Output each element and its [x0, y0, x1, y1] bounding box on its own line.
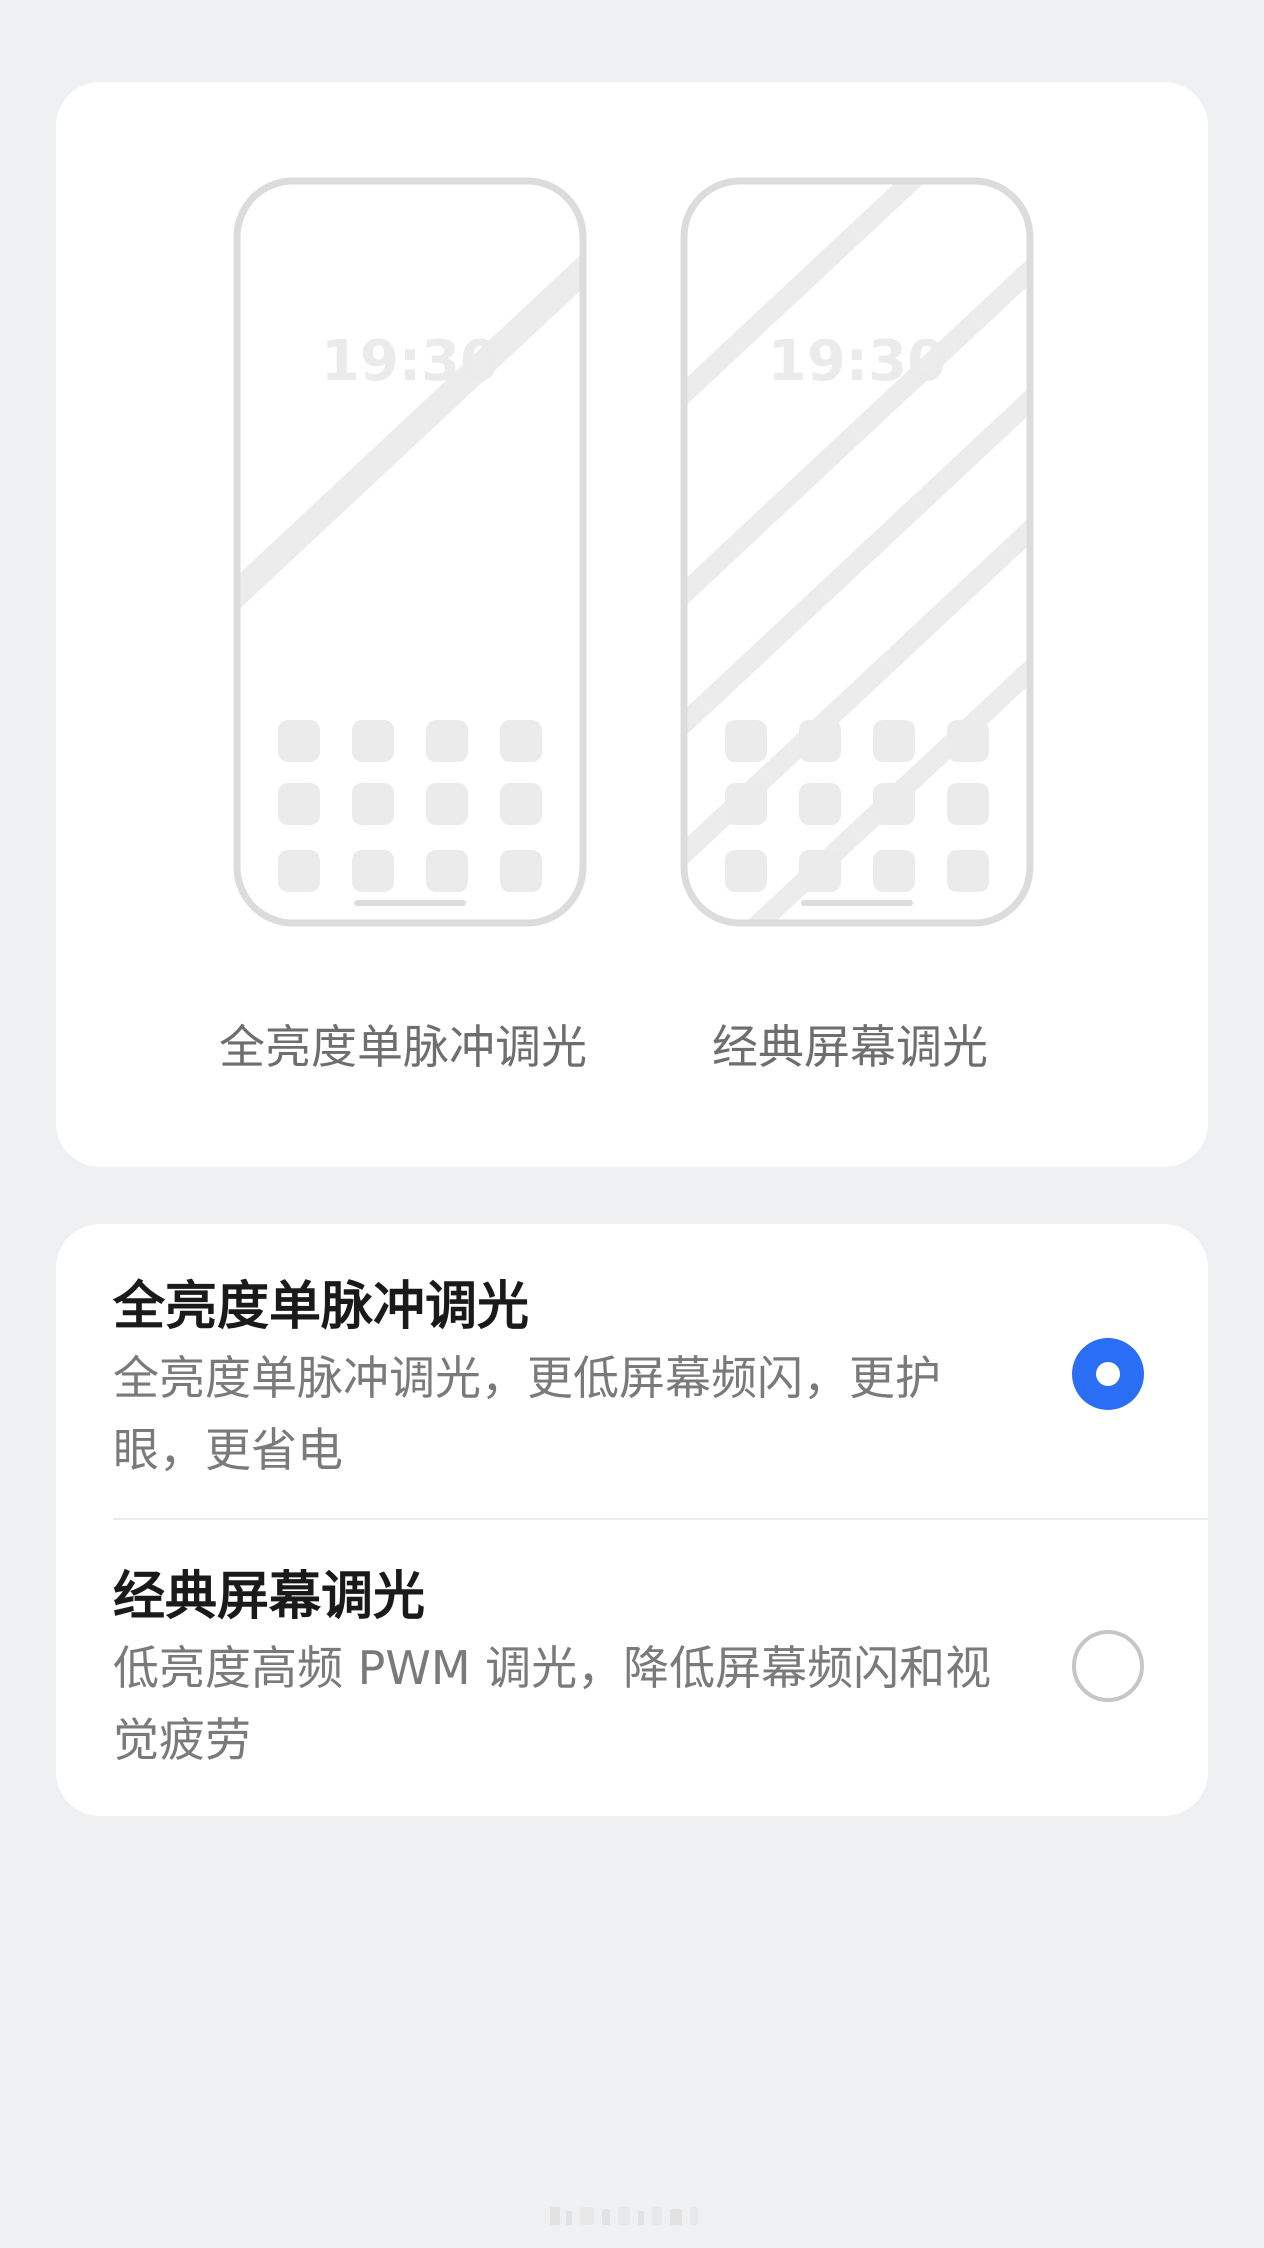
home-bar-icon	[801, 900, 913, 906]
option-classic-dimming[interactable]: 经典屏幕调光 低亮度高频 PWM 调光，降低屏幕频闪和视觉疲劳	[56, 1520, 1208, 1816]
option-single-pulse-dimming[interactable]: 全亮度单脉冲调光 全亮度单脉冲调光，更低屏幕频闪，更护眼，更省电	[56, 1224, 1208, 1520]
screen-glare-icon	[237, 252, 583, 612]
app-icon-grid	[725, 720, 989, 892]
option-title: 经典屏幕调光	[113, 1567, 426, 1627]
clock-text: 19:30	[768, 329, 946, 394]
classic-dimming-phone-illustration: 19:30	[680, 177, 1034, 927]
home-bar-icon	[354, 900, 466, 906]
single-pulse-dimming-phone-illustration: 19:30	[233, 177, 587, 927]
option-description: 全亮度单脉冲调光，更低屏幕频闪，更护眼，更省电	[113, 1351, 941, 1477]
app-icon-grid	[278, 720, 542, 892]
radio-button-unselected[interactable]	[1072, 1630, 1144, 1702]
radio-button-selected[interactable]	[1072, 1338, 1144, 1410]
preview-label-single-pulse: 全亮度单脉冲调光	[219, 1020, 587, 1074]
watermark-icon	[550, 2207, 698, 2225]
preview-card: 19:30 19:30 全亮度单脉冲调光 经典屏幕调光	[56, 82, 1208, 1167]
dimming-options-card: 全亮度单脉冲调光 全亮度单脉冲调光，更低屏幕频闪，更护眼，更省电 经典屏幕调光 …	[56, 1224, 1208, 1816]
preview-label-classic: 经典屏幕调光	[712, 1020, 988, 1074]
option-description: 低亮度高频 PWM 调光，降低屏幕频闪和视觉疲劳	[113, 1641, 992, 1767]
clock-text: 19:30	[321, 329, 499, 394]
option-title: 全亮度单脉冲调光	[113, 1277, 530, 1337]
